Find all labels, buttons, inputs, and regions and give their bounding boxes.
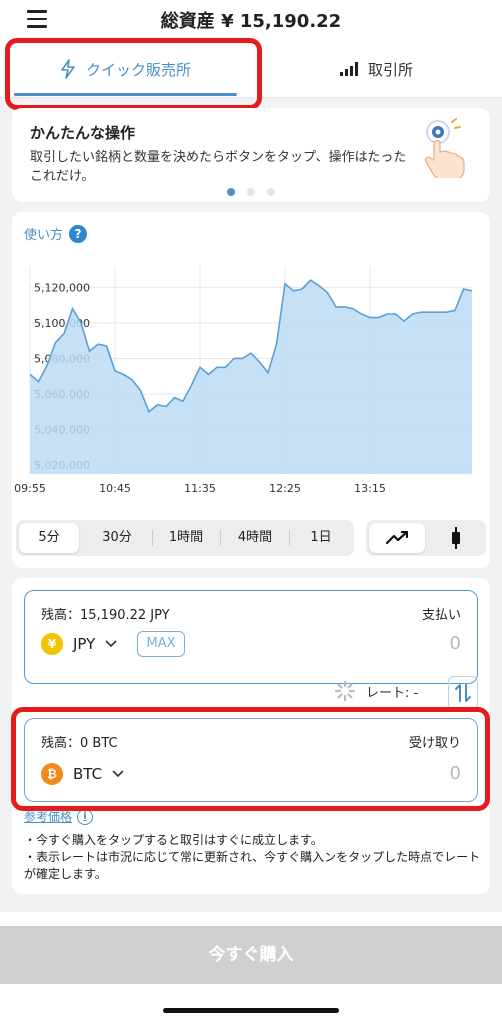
max-button[interactable]: MAX [137,631,185,657]
chart-card: 使い方 ? 5,020,0005,040,0005,060,0005,080,0… [12,212,490,568]
info-icon[interactable]: i [77,808,94,825]
tab-label: クイック販売所 [85,60,191,79]
trade-card: 残高：15,190.22 JPY 支払い ¥ JPY MAX レート: - 残高… [12,578,490,894]
divider [289,530,290,546]
note-item: ・表示レートは市況に応じて常に更新され、今すぐ購入ンをタップした時点でレートが確… [24,850,481,881]
pager-dot[interactable] [267,188,275,196]
swap-button[interactable] [448,676,478,710]
pay-currency-label: JPY [73,635,96,653]
line-chart-icon [386,531,408,545]
mode-tabs: クイック販売所 取引所 [0,40,502,98]
yen-coin-icon: ¥ [41,633,63,655]
pager-dots [12,188,490,196]
divider [152,530,153,546]
pay-balance: 残高：15,190.22 JPY [41,608,170,623]
bitcoin-coin-icon: ₿ [41,763,63,785]
home-indicator [163,1008,339,1013]
receive-field: 残高：0 BTC 受け取り ₿ BTC [24,718,478,802]
pay-label: 支払い [421,608,461,623]
range-5min-button[interactable]: 5分 [19,523,79,553]
x-tick-label: 10:45 [99,482,131,495]
x-tick-label: 09:55 [14,482,46,495]
tab-label: 取引所 [367,60,413,79]
chevron-down-icon [112,770,124,778]
reference-price-label: 参考価格 [24,810,73,824]
active-tab-indicator [14,93,237,96]
tap-gesture-icon [424,118,465,178]
price-area [30,280,472,474]
range-4h-button[interactable]: 4時間 [222,523,288,553]
receive-currency-label: BTC [73,765,103,783]
rate-label: レート: - [366,685,419,701]
notes-list: ・今すぐ購入をタップすると取引はすぐに成立します。 ・表示レートは市況に応じて常… [24,832,484,883]
pay-amount-input[interactable] [281,633,461,654]
howto-link[interactable]: 使い方 ? [24,224,88,243]
receive-balance: 残高：0 BTC [41,736,118,751]
pager-dot[interactable] [247,188,255,196]
loading-spinner-icon [334,680,356,702]
rate-display: レート: - [334,680,418,702]
divider [220,530,221,546]
x-tick-label: 11:35 [184,482,216,495]
total-assets-title: 総資産 ¥ 15,190.22 [160,11,342,32]
footer: 今すぐ購入 [0,912,502,1024]
price-chart[interactable]: 5,020,0005,040,0005,060,0005,080,0005,10… [12,260,490,500]
line-chart-button[interactable] [369,523,425,553]
tab-quick-sales[interactable]: クイック販売所 [0,40,251,98]
pay-field: 残高：15,190.22 JPY 支払い ¥ JPY MAX [24,590,478,684]
receive-amount-input[interactable] [281,763,461,784]
chart-type-toggle [366,520,486,556]
candlestick-icon [451,527,460,549]
info-description: 取引したい銘柄と数量を決めたらボタンをタップ、操作はたったこれだけ。 [30,150,407,184]
range-1d-button[interactable]: 1日 [291,523,351,553]
pager-dot[interactable] [227,188,235,196]
signal-bars-icon [339,62,358,76]
x-tick-label: 12:25 [269,482,301,495]
info-card: かんたんな操作 取引したい銘柄と数量を決めたらボタンをタップ、操作はたったこれだ… [12,108,490,202]
pay-currency-selector[interactable]: ¥ JPY [41,633,117,655]
receive-currency-selector[interactable]: ₿ BTC [41,763,124,785]
y-tick-label: 5,120,000 [34,281,90,294]
range-30min-button[interactable]: 30分 [84,523,150,553]
info-title: かんたんな操作 [30,124,136,142]
chevron-down-icon [105,640,117,648]
swap-arrows-icon [455,684,471,702]
buy-now-button[interactable]: 今すぐ購入 [0,926,502,984]
note-item: ・今すぐ購入をタップすると取引はすぐに成立します。 [24,833,323,847]
range-1h-button[interactable]: 1時間 [154,523,218,553]
time-range-selector: 5分 30分 1時間 4時間 1日 [16,520,354,556]
candlestick-button[interactable] [428,523,483,553]
help-icon[interactable]: ? [69,224,88,243]
howto-label: 使い方 [24,228,64,243]
receive-label: 受け取り [408,736,461,751]
app-header: 総資産 ¥ 15,190.22 [0,0,502,40]
tab-exchange[interactable]: 取引所 [251,40,502,98]
reference-price-link[interactable]: 参考価格 i [24,808,94,825]
lightning-icon [61,59,75,79]
x-tick-label: 13:15 [354,482,386,495]
